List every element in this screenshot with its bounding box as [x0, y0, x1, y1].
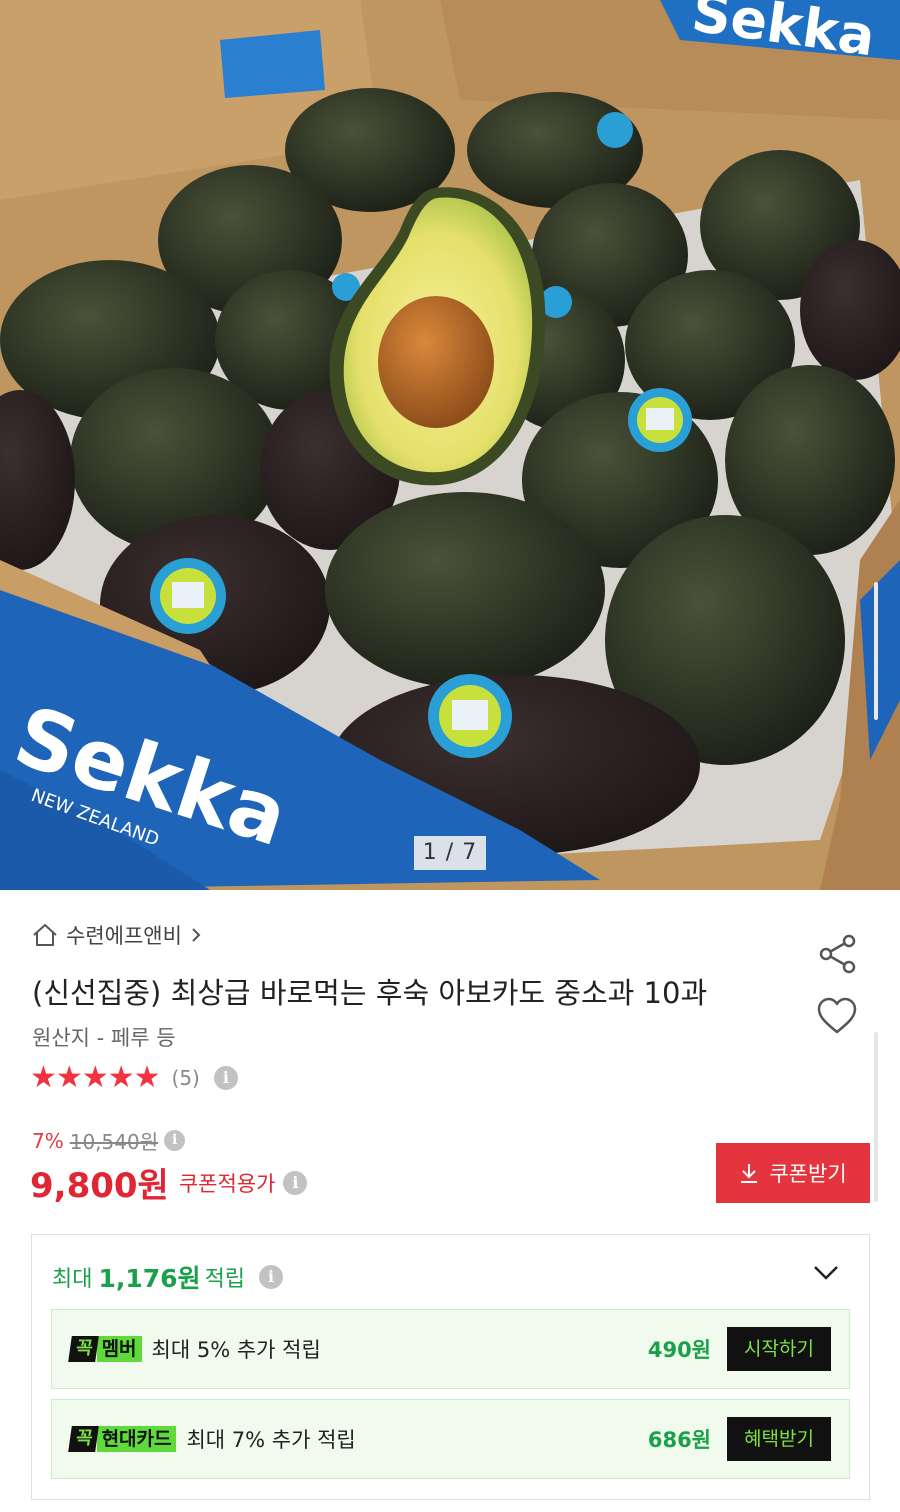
info-icon[interactable]: i	[283, 1170, 308, 1195]
benefit-description: 최대 5% 추가 적립	[151, 1338, 321, 1362]
star-icon: ★	[133, 1060, 161, 1095]
home-icon	[33, 924, 57, 946]
chevron-right-icon	[192, 928, 201, 942]
star-icon: ★	[55, 1060, 83, 1095]
sale-price-row: 9,800원 쿠폰적용가 i	[30, 1158, 308, 1207]
rating[interactable]: ★ ★ ★ ★ ★ (5) i	[30, 1062, 238, 1094]
coupon-button-label: 쿠폰받기	[769, 1162, 847, 1186]
avocado-box-photo: Sekka Sekka NEW ZEALAND	[0, 0, 900, 890]
sale-price-label: 쿠폰적용가	[178, 1171, 276, 1196]
share-icon	[819, 934, 856, 974]
original-price-row: 7% 10,540원 i	[32, 1126, 186, 1155]
product-origin: 원산지 - 페루 등	[32, 1026, 176, 1050]
seller-name: 수련에프앤비	[66, 924, 182, 948]
badge-mark: 꼭	[68, 1426, 99, 1452]
benefit-row-card: 꼭 현대카드 최대 7% 추가 적립 686원 혜택받기	[51, 1399, 850, 1479]
points-panel: 최대 1,176원 적립 i 꼭 멤버 최대 5% 추가 적립 490원 시작하…	[31, 1234, 870, 1500]
discount-percent: 7%	[32, 1128, 64, 1153]
star-icon: ★	[30, 1060, 57, 1095]
benefit-row-member: 꼭 멤버 최대 5% 추가 적립 490원 시작하기	[51, 1309, 850, 1389]
review-count: (5)	[171, 1066, 200, 1090]
coupon-download-button[interactable]: 쿠폰받기	[716, 1143, 870, 1203]
benefit-amount: 686원	[647, 1428, 711, 1452]
scrollbar[interactable]	[874, 582, 878, 720]
points-summary[interactable]: 최대 1,176원 적립 i	[52, 1259, 284, 1295]
info-icon[interactable]: i	[259, 1265, 284, 1289]
sale-price: 9,800원	[30, 1166, 169, 1206]
benefit-description: 최대 7% 추가 적립	[186, 1428, 356, 1452]
points-amount: 1,176원	[98, 1264, 201, 1293]
heart-icon	[817, 997, 857, 1034]
share-button[interactable]	[818, 934, 858, 978]
card-badge: 꼭 현대카드	[68, 1426, 177, 1452]
chevron-down-icon	[814, 1266, 838, 1280]
member-badge: 꼭 멤버	[68, 1336, 142, 1362]
points-prefix: 최대	[52, 1267, 93, 1292]
original-price: 10,540원	[69, 1130, 159, 1154]
badge-name: 멤버	[96, 1336, 142, 1362]
star-icon: ★	[81, 1060, 109, 1095]
download-icon	[741, 1164, 758, 1183]
benefit-amount: 490원	[647, 1338, 711, 1362]
badge-name: 현대카드	[96, 1426, 177, 1452]
star-icon: ★	[107, 1060, 135, 1095]
info-icon[interactable]: i	[164, 1130, 186, 1151]
expand-button[interactable]	[813, 1265, 839, 1285]
badge-mark: 꼭	[68, 1336, 99, 1362]
product-title: (신선집중) 최상급 바로먹는 후숙 아보카도 중소과 10과	[32, 976, 708, 1010]
seller-link[interactable]: 수련에프앤비	[32, 920, 202, 950]
wishlist-button[interactable]	[816, 996, 858, 1040]
image-counter: 1 / 7	[414, 836, 486, 870]
points-suffix: 적립	[204, 1267, 246, 1292]
product-image[interactable]: Sekka Sekka NEW ZEALAND 1 / 7	[0, 0, 900, 890]
start-membership-button[interactable]: 시작하기	[727, 1327, 831, 1371]
info-icon[interactable]: i	[213, 1066, 238, 1090]
get-benefit-button[interactable]: 혜택받기	[727, 1417, 831, 1461]
scrollbar[interactable]	[874, 1032, 878, 1202]
